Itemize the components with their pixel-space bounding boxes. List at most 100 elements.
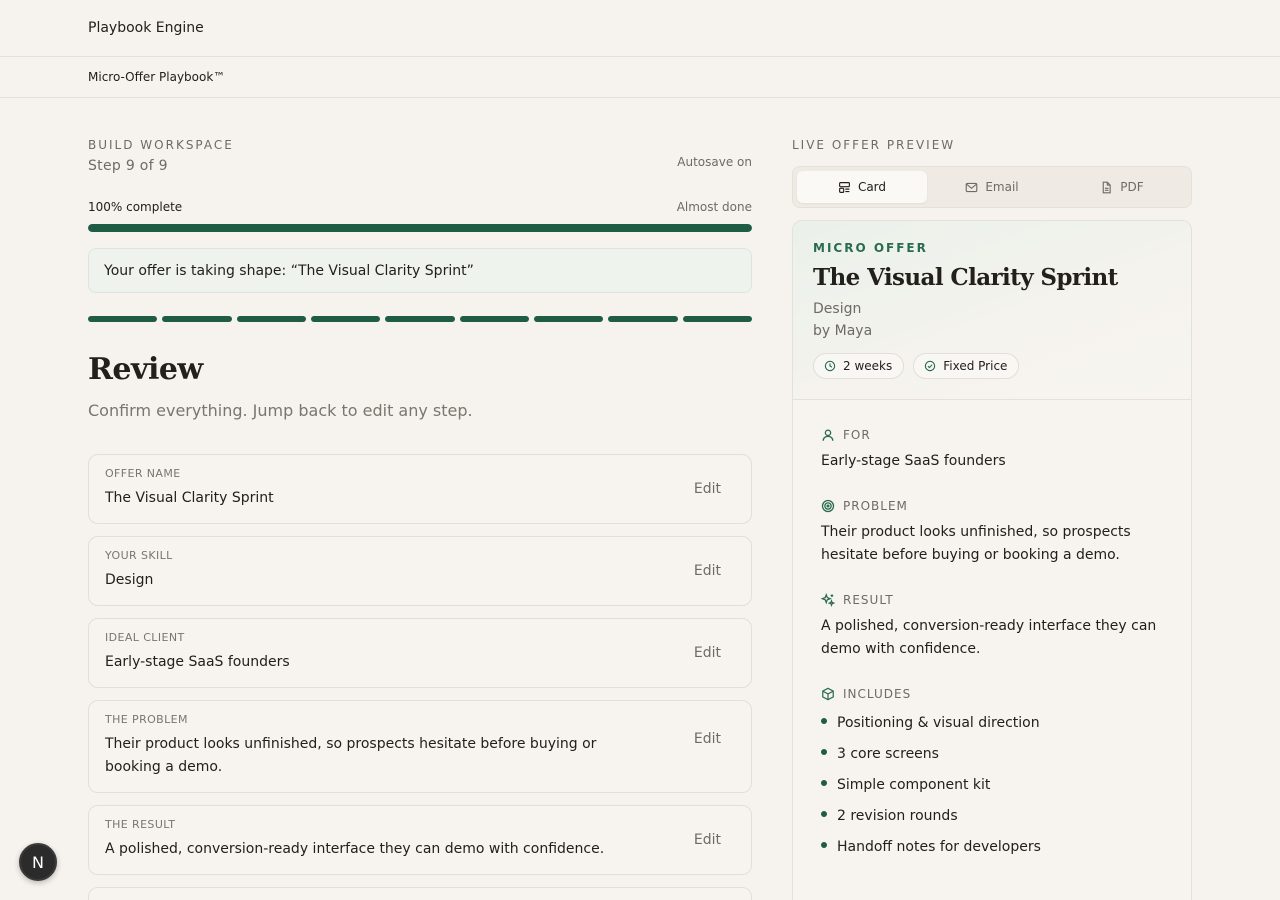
review-cards: OFFER NAME The Visual Clarity Sprint Edi…: [88, 454, 752, 900]
tab-card-label: Card: [857, 180, 887, 194]
includes-label: INCLUDES: [843, 687, 912, 701]
file-icon: [1102, 181, 1112, 193]
offer-skill: Design: [813, 301, 862, 317]
progress-hint: Almost done: [676, 200, 752, 214]
progress-bar: [88, 224, 752, 232]
review-card-offer-name: OFFER NAME The Visual Clarity Sprint Edi…: [88, 454, 752, 524]
result-text: A polished, conversion-ready interface t…: [821, 618, 1157, 657]
offer-chips: 2 weeks Fixed Price: [813, 353, 1171, 379]
review-card-skill: YOUR SKILL Design Edit: [88, 536, 752, 606]
step-indicator: Step 9 of 9: [88, 158, 168, 174]
user-icon: [822, 429, 834, 441]
for-label: FOR: [843, 428, 871, 442]
edit-ideal-client-button[interactable]: Edit: [694, 645, 721, 661]
top-bar: Playbook Engine: [0, 0, 1280, 57]
review-title: Review: [88, 352, 203, 387]
edit-offer-name-button[interactable]: Edit: [694, 481, 721, 497]
playbook-title[interactable]: Micro-Offer Playbook™: [88, 70, 225, 84]
offer-card-header: MICRO OFFER The Visual Clarity Sprint De…: [793, 221, 1191, 400]
preview-eyebrow: LIVE OFFER PREVIEW: [792, 138, 956, 152]
package-icon: [822, 687, 834, 701]
mail-icon: [965, 182, 978, 192]
review-card-label: IDEAL CLIENT: [105, 631, 185, 644]
review-card-problem: THE PROBLEM Their product looks unfinish…: [88, 700, 752, 793]
step-segment: [385, 316, 455, 322]
problem-label: PROBLEM: [843, 499, 908, 513]
step-segment: [608, 316, 678, 322]
clock-icon: [824, 360, 836, 372]
target-icon: [821, 499, 835, 513]
review-subtitle: Confirm everything. Jump back to edit an…: [88, 401, 473, 420]
edit-skill-button[interactable]: Edit: [694, 563, 721, 579]
review-card-label: OFFER NAME: [105, 467, 181, 480]
for-heading: FOR: [821, 428, 1163, 442]
live-offer-preview: LIVE OFFER PREVIEW Card Email PDF MICRO …: [792, 138, 1192, 900]
tab-pdf[interactable]: PDF: [1057, 171, 1187, 203]
offer-author: by Maya: [813, 323, 873, 339]
result-label: RESULT: [843, 593, 894, 607]
edit-problem-button[interactable]: Edit: [694, 731, 721, 747]
sparkles-icon: [821, 593, 835, 607]
review-card-value: A polished, conversion-ready interface t…: [105, 841, 605, 857]
offer-card-body: FOR Early-stage SaaS founders PROBLEM Th…: [793, 400, 1191, 863]
list-item: 3 core screens: [821, 739, 1163, 770]
duration-chip: 2 weeks: [813, 353, 905, 379]
review-card-value: Early-stage SaaS founders: [105, 654, 290, 670]
duration-label: 2 weeks: [843, 359, 893, 373]
step-segment: [236, 316, 306, 322]
problem-heading: PROBLEM: [821, 499, 1163, 513]
progress-row: 100% complete Almost done: [88, 200, 752, 214]
review-card-ideal-client: IDEAL CLIENT Early-stage SaaS founders E…: [88, 618, 752, 688]
tab-card[interactable]: Card: [797, 171, 927, 203]
list-item: Positioning & visual direction: [821, 708, 1163, 739]
step-segment: [459, 316, 529, 322]
layout-icon: [839, 181, 850, 193]
tab-email[interactable]: Email: [927, 171, 1057, 203]
problem-text: Their product looks unfinished, so prosp…: [821, 524, 1131, 563]
problem-section: PROBLEM Their product looks unfinished, …: [821, 499, 1163, 567]
step-segment: [682, 316, 752, 322]
step-segment: [88, 316, 158, 322]
workspace-header: BUILD WORKSPACE Step 9 of 9 Autosave on: [88, 138, 752, 174]
progress-label: 100% complete: [88, 200, 183, 214]
offer-title: The Visual Clarity Sprint: [813, 264, 1118, 291]
step-segments: [88, 316, 752, 322]
review-card-value: Their product looks unfinished, so prosp…: [105, 736, 597, 775]
review-card-value: Design: [105, 572, 154, 588]
includes-list: Positioning & visual direction 3 core sc…: [821, 708, 1163, 863]
step-segment: [533, 316, 604, 322]
sub-bar: Micro-Offer Playbook™: [0, 57, 1280, 98]
list-item: 2 revision rounds: [821, 801, 1163, 832]
includes-section: INCLUDES Positioning & visual direction …: [821, 687, 1163, 863]
autosave-status: Autosave on: [677, 155, 752, 169]
review-card-result: THE RESULT A polished, conversion-ready …: [88, 805, 752, 875]
step-segment: [310, 316, 381, 322]
preview-tabs: Card Email PDF: [792, 166, 1192, 208]
tab-email-label: Email: [985, 180, 1019, 194]
progress-bar-fill: [88, 224, 752, 232]
build-workspace: BUILD WORKSPACE Step 9 of 9 Autosave on …: [88, 138, 752, 900]
for-section: FOR Early-stage SaaS founders: [821, 428, 1163, 473]
check-circle-icon: [925, 360, 936, 372]
list-item: Simple component kit: [821, 770, 1163, 801]
tab-pdf-label: PDF: [1120, 180, 1144, 194]
review-card-value: The Visual Clarity Sprint: [105, 490, 274, 506]
review-card-label: THE PROBLEM: [105, 713, 188, 726]
step-segment: [162, 316, 232, 322]
review-card-next: [88, 887, 752, 900]
result-section: RESULT A polished, conversion-ready inte…: [821, 593, 1163, 661]
includes-heading: INCLUDES: [821, 687, 1163, 701]
offer-kicker: MICRO OFFER: [813, 241, 928, 255]
pricing-label: Fixed Price: [943, 359, 1008, 373]
review-card-label: THE RESULT: [105, 818, 176, 831]
list-item: Handoff notes for developers: [821, 832, 1163, 863]
for-text: Early-stage SaaS founders: [821, 453, 1006, 469]
review-card-label: YOUR SKILL: [105, 549, 173, 562]
result-heading: RESULT: [821, 593, 1163, 607]
edit-result-button[interactable]: Edit: [694, 832, 721, 848]
pricing-chip: Fixed Price: [913, 353, 1020, 379]
next-devtools-badge[interactable]: N: [19, 843, 57, 881]
offer-card: MICRO OFFER The Visual Clarity Sprint De…: [792, 220, 1192, 900]
offer-shape-message: Your offer is taking shape: “The Visual …: [88, 248, 752, 293]
app-title[interactable]: Playbook Engine: [88, 20, 204, 36]
